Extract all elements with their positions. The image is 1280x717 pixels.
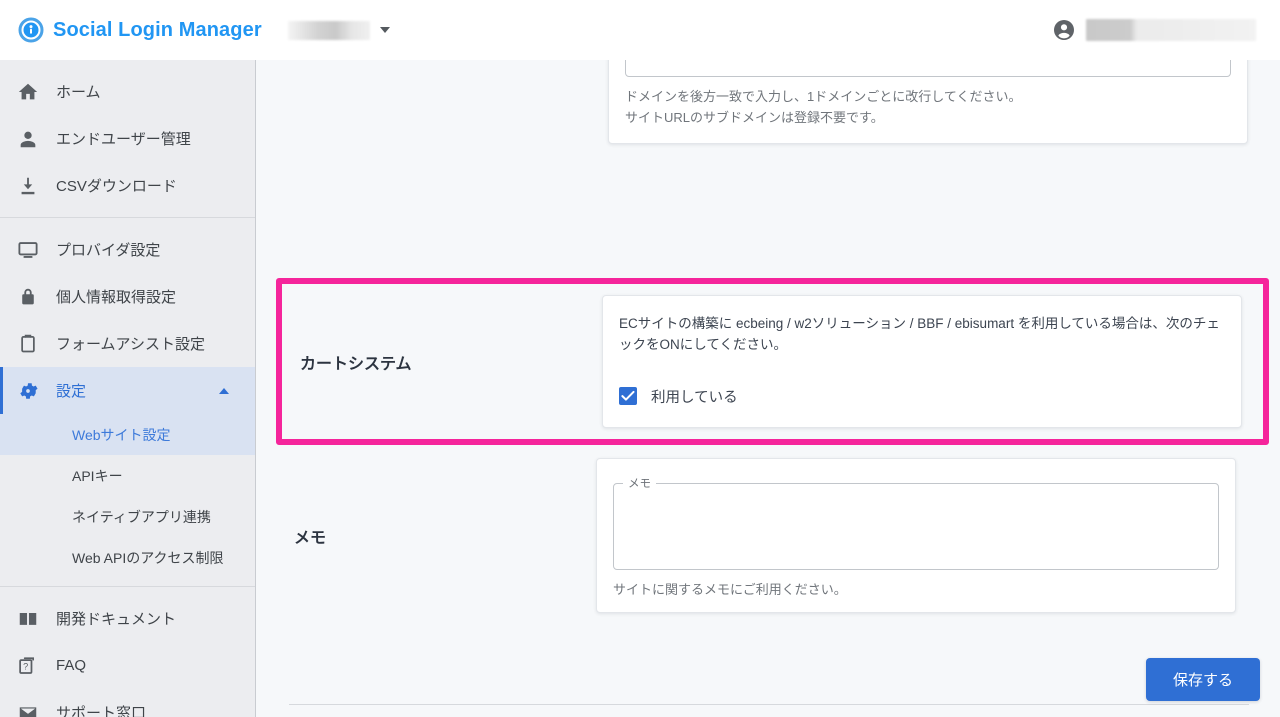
sidebar-item-end-user-management[interactable]: エンドユーザー管理 — [0, 115, 255, 162]
memo-section: メモ メモ サイトに関するメモにご利用ください。 — [276, 458, 1269, 613]
sidebar-item-api-key[interactable]: APIキー — [0, 455, 255, 496]
cart-system-checkbox-label: 利用している — [651, 389, 738, 406]
main-content: スキーマ（https://）から入力してください。 サイトURL以外でご利用にな… — [257, 60, 1280, 717]
cart-system-section: カートシステム ECサイトの構築に ecbeing / w2ソリューション / … — [282, 284, 1263, 439]
sidebar-subitem-label: APIキー — [72, 467, 123, 484]
sidebar-subitem-label: Web APIのアクセス制限 — [72, 549, 224, 566]
brand-title: Social Login Manager — [53, 18, 262, 41]
cart-system-highlight: カートシステム ECサイトの構築に ecbeing / w2ソリューション / … — [276, 278, 1269, 445]
sidebar-subitem-label: ネイティブアプリ連携 — [72, 508, 211, 525]
chevron-up-icon[interactable] — [219, 387, 229, 394]
brand[interactable]: Social Login Manager — [18, 17, 262, 43]
check-icon — [621, 391, 635, 402]
mail-icon — [0, 702, 56, 717]
sidebar-item-label: プロバイダ設定 — [56, 242, 161, 259]
sidebar-group-settings: プロバイダ設定 個人情報取得設定 フォームアシスト設定 設定 Webサイト設定 … — [0, 217, 255, 586]
person-icon — [0, 128, 56, 150]
sidebar-item-native-app-link[interactable]: ネイティブアプリ連携 — [0, 496, 255, 537]
sidebar-item-label: ホーム — [56, 84, 101, 101]
memo-hint: サイトに関するメモにご利用ください。 — [613, 582, 847, 597]
cart-system-checkbox[interactable] — [619, 387, 637, 406]
cart-system-description: ECサイトの構築に ecbeing / w2ソリューション / BBF / eb… — [619, 316, 1220, 352]
cart-system-card: ECサイトの構築に ecbeing / w2ソリューション / BBF / eb… — [602, 295, 1242, 428]
account-circle-icon — [1052, 18, 1076, 42]
footer-divider — [289, 704, 1249, 705]
site-name-redacted — [287, 20, 370, 40]
sidebar-item-support-desk[interactable]: サポート窓口 — [0, 689, 255, 717]
sidebar-item-label: 個人情報取得設定 — [56, 289, 177, 306]
sidebar-item-label: FAQ — [56, 657, 87, 674]
book-icon — [0, 608, 56, 630]
sidebar-item-web-api-access-restriction[interactable]: Web APIのアクセス制限 — [0, 537, 255, 578]
sidebar-group-support: 開発ドキュメント ? FAQ サポート窓口 — [0, 586, 255, 717]
download-icon — [0, 175, 56, 197]
svg-text:?: ? — [23, 661, 28, 671]
memo-card: メモ サイトに関するメモにご利用ください。 — [596, 458, 1236, 613]
clipboard-icon — [0, 333, 56, 355]
sidebar-item-label: CSVダウンロード — [56, 178, 177, 195]
gear-icon — [0, 380, 56, 402]
extra-domains-field[interactable]: サイトURL以外でご利用になるドメイン — [625, 60, 1231, 77]
site-url-card: スキーマ（https://）から入力してください。 サイトURL以外でご利用にな… — [608, 60, 1248, 144]
chevron-down-icon[interactable] — [379, 27, 390, 33]
sidebar-item-label: 設定 — [56, 383, 87, 400]
sidebar-group-main: ホーム エンドユーザー管理 CSVダウンロード — [0, 60, 255, 217]
save-row: 保存する — [1145, 658, 1260, 701]
extra-domains-hint-1: ドメインを後方一致で入力し、1ドメインごとに改行してください。 — [625, 88, 1022, 104]
sidebar-item-label: 開発ドキュメント — [56, 611, 177, 628]
sidebar-item-label: フォームアシスト設定 — [56, 336, 205, 353]
account-name-redacted — [1086, 19, 1256, 41]
sidebar-item-dev-docs[interactable]: 開発ドキュメント — [0, 595, 255, 642]
memo-textarea[interactable] — [614, 491, 1218, 569]
sidebar-item-home[interactable]: ホーム — [0, 68, 255, 115]
info-circle-icon — [18, 17, 44, 43]
sidebar-item-csv-download[interactable]: CSVダウンロード — [0, 162, 255, 209]
sidebar-item-settings[interactable]: 設定 — [0, 367, 255, 414]
lock-icon — [0, 286, 56, 308]
home-icon — [0, 81, 56, 103]
memo-field-legend: メモ — [628, 478, 651, 490]
monitor-icon — [0, 239, 56, 261]
sidebar: ホーム エンドユーザー管理 CSVダウンロード プロバイダ設定 個人情報取得設定… — [0, 60, 256, 717]
sidebar-item-label: サポート窓口 — [56, 705, 147, 717]
sidebar-item-personal-info-settings[interactable]: 個人情報取得設定 — [0, 273, 255, 320]
site-selector[interactable] — [287, 20, 390, 40]
sidebar-subitem-label: Webサイト設定 — [72, 426, 171, 443]
section-title-cart-system: カートシステム — [300, 355, 412, 373]
section-title-memo: メモ — [294, 529, 327, 547]
sidebar-item-label: エンドユーザー管理 — [56, 131, 191, 148]
sidebar-item-website-settings[interactable]: Webサイト設定 — [0, 414, 255, 455]
extra-domains-hint-2: サイトURLのサブドメインは登録不要です。 — [625, 110, 884, 126]
save-button[interactable]: 保存する — [1145, 658, 1260, 701]
cart-system-checkbox-row[interactable]: 利用している — [619, 386, 1225, 407]
memo-field[interactable]: メモ — [613, 475, 1219, 570]
app-header: Social Login Manager — [0, 0, 1280, 60]
sidebar-item-faq[interactable]: ? FAQ — [0, 642, 255, 689]
sidebar-item-provider-settings[interactable]: プロバイダ設定 — [0, 226, 255, 273]
faq-icon: ? — [0, 655, 56, 677]
account-menu[interactable] — [1052, 18, 1256, 42]
sidebar-item-form-assist-settings[interactable]: フォームアシスト設定 — [0, 320, 255, 367]
